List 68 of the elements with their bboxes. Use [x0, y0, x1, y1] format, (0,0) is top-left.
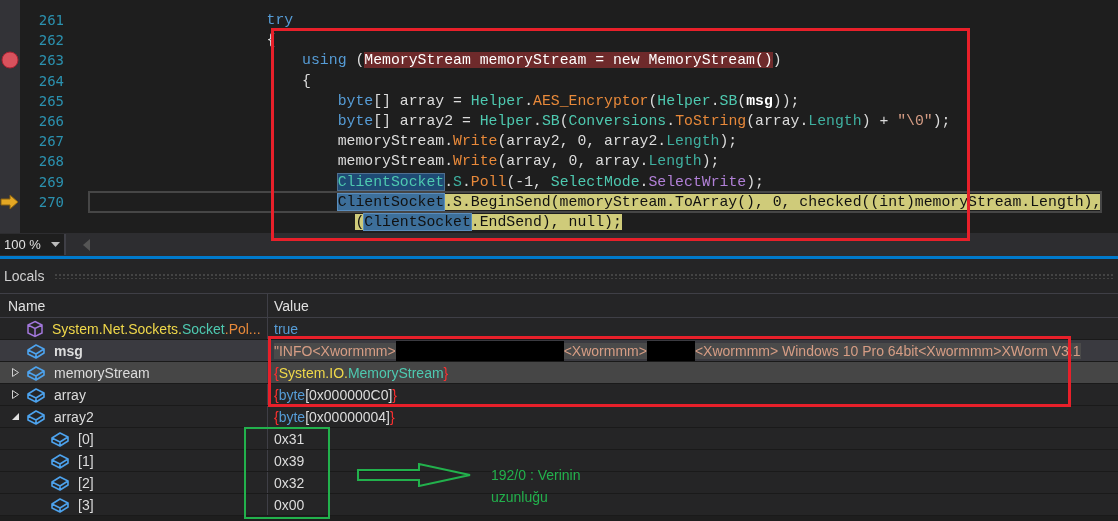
- collapsed-triangle-icon[interactable]: [9, 389, 21, 400]
- code-line: byte[] array = Helper.AES_Encryptor(Helper.SB(msg));: [337, 92, 800, 109]
- value-text: 0x31: [274, 430, 305, 447]
- line-number: 270: [38, 193, 64, 210]
- line-number: 264: [38, 72, 64, 89]
- annotation-note: 192/0 : Verinin uzunluğu: [491, 466, 582, 507]
- code-line: try: [266, 12, 294, 29]
- line-number: 263: [38, 52, 64, 69]
- code-line: memoryStream.Write(array, 0, array.Length);: [337, 153, 720, 170]
- value-text: [0x000000C0]: [305, 386, 393, 403]
- line-number: 266: [38, 113, 64, 130]
- code-line: byte[] array2 = Helper.SB(Conversions.ToString(array.Length) + "\0");: [337, 113, 951, 130]
- code-line: (ClientSocket.EndSend), null);: [355, 213, 622, 230]
- value-text: {: [274, 364, 279, 381]
- zoom-dropdown[interactable]: 100 %: [0, 234, 66, 255]
- caret-icon: [51, 241, 60, 248]
- code-line: memoryStream.Write(array2, 0, array2.Length);: [337, 133, 738, 150]
- field-icon: [26, 364, 46, 381]
- value-text: 0x32: [274, 474, 305, 491]
- variable-name: [1]: [78, 452, 94, 469]
- value-text: true: [274, 320, 299, 337]
- value-text: <Xwormmm>: [563, 342, 647, 359]
- cube-icon: [26, 319, 44, 338]
- field-icon: [50, 496, 70, 513]
- value-text: }: [392, 386, 398, 403]
- field-icon: [50, 430, 70, 447]
- value-text: System.IO.: [278, 364, 348, 381]
- variable-name: msg: [54, 342, 83, 359]
- field-icon: [50, 474, 70, 491]
- value-text: 0x00: [274, 496, 305, 513]
- variable-name: array: [54, 386, 86, 403]
- column-header[interactable]: Value: [268, 294, 1118, 317]
- collapsed-triangle-icon[interactable]: [9, 367, 21, 378]
- variable-name: [2]: [78, 474, 94, 491]
- code-line: using (MemoryStream memoryStream = new MemoryStream()): [302, 52, 782, 69]
- variable-name: [3]: [78, 496, 94, 513]
- line-number: 262: [38, 32, 64, 49]
- drag-grip[interactable]: [54, 273, 1114, 279]
- line-number: 267: [38, 133, 64, 150]
- variable-name: System.Net.Sockets.Socket.Pol...: [52, 320, 261, 337]
- panel-title: Locals: [4, 268, 45, 284]
- line-number: 265: [38, 92, 64, 109]
- variable-name: memoryStream: [54, 364, 150, 381]
- value-text: byte: [278, 408, 306, 425]
- breakpoint-icon[interactable]: [1, 51, 19, 70]
- value-text: "INFO<Xwormmm>: [274, 342, 396, 359]
- field-icon: [50, 452, 70, 469]
- field-icon: [26, 408, 46, 425]
- value-text: }: [443, 364, 449, 381]
- value-text: [0x00000004]: [305, 408, 390, 425]
- redaction-bar: [646, 340, 695, 361]
- field-icon: [26, 386, 46, 403]
- variable-name: [0]: [78, 430, 94, 447]
- line-number: 269: [38, 173, 64, 190]
- value-text: MemoryStream: [347, 364, 444, 381]
- value-text: }: [390, 408, 395, 425]
- variable-name: array2: [54, 408, 94, 425]
- code-line: {: [302, 72, 311, 89]
- value-text: 0x39: [274, 452, 305, 469]
- line-number: 261: [38, 12, 64, 29]
- field-icon: [26, 342, 46, 359]
- value-text: byte: [278, 386, 306, 403]
- code-line: ClientSocket.S.Poll(-1, SelectMode.SelectWrite);: [337, 173, 764, 190]
- column-header[interactable]: Name: [0, 294, 268, 317]
- value-text: {: [274, 386, 279, 403]
- line-number: 268: [38, 153, 64, 170]
- value-text: {: [274, 408, 279, 425]
- locals-row[interactable]: memoryStream {System.IO.MemoryStream}: [0, 362, 1118, 384]
